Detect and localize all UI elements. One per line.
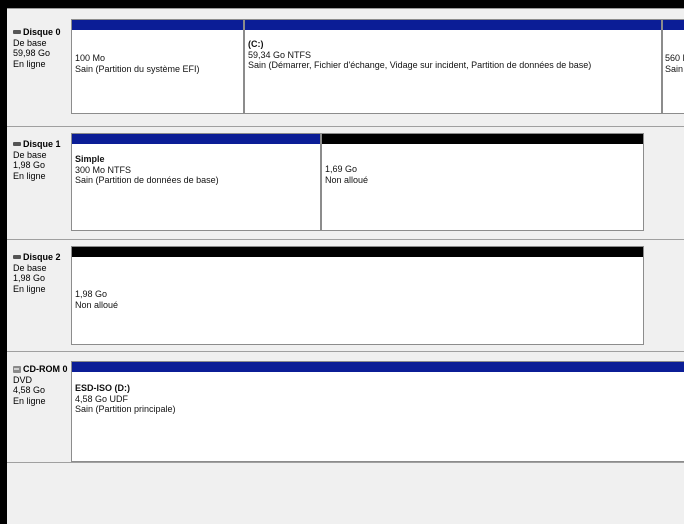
window-top-divider bbox=[7, 8, 684, 9]
partition-status: Non alloué bbox=[325, 174, 369, 185]
partition-simple[interactable]: Simple 300 Mo NTFS Sain (Partition de do… bbox=[71, 133, 321, 231]
partition-size: 59,34 Go NTFS bbox=[248, 49, 312, 60]
disk-name: Disque 1 bbox=[23, 139, 61, 149]
partition-esd-iso[interactable]: ESD-ISO (D:) 4,58 Go UDF Sain (Partition… bbox=[71, 361, 684, 462]
empty-area-divider bbox=[7, 462, 684, 463]
partition-status: Sain (Partition principale) bbox=[75, 404, 176, 414]
partition-status: Sain (Partition de données de base) bbox=[75, 175, 219, 185]
partition-size: 100 Mo bbox=[75, 53, 106, 63]
partition-c[interactable]: (C:) 59,34 Go NTFS Sain (Démarrer, Fichi… bbox=[244, 19, 662, 114]
disk-type: DVD bbox=[13, 374, 33, 385]
disk-type: De base bbox=[13, 262, 47, 273]
partition-unallocated[interactable]: 1,69 Go Non alloué bbox=[321, 133, 644, 231]
partition-size: 1,69 Go bbox=[325, 164, 358, 174]
partition-status: Sain (P bbox=[665, 63, 684, 74]
cdrom-0-info[interactable]: CD-ROM 0 DVD 4,58 Go En ligne bbox=[13, 364, 73, 406]
disk-row-1: Disque 1 De base 1,98 Go En ligne Simple… bbox=[7, 126, 684, 232]
row-divider bbox=[7, 239, 684, 240]
disk-status: En ligne bbox=[13, 58, 46, 69]
disk-name: Disque 2 bbox=[23, 252, 61, 262]
disk-icon bbox=[13, 30, 21, 35]
partition-status: Sain (Partition du système EFI) bbox=[75, 63, 200, 74]
disk-row-cdrom: CD-ROM 0 DVD 4,58 Go En ligne ESD-ISO (D… bbox=[7, 351, 684, 462]
disk-1-info[interactable]: Disque 1 De base 1,98 Go En ligne bbox=[13, 139, 73, 181]
disk-name: Disque 0 bbox=[23, 27, 61, 37]
disk-row-0: Disque 0 De base 59,98 Go En ligne 100 M… bbox=[7, 18, 684, 115]
partition-size: 300 Mo NTFS bbox=[75, 164, 132, 175]
partition-bar bbox=[245, 20, 661, 30]
disk-0-info[interactable]: Disque 0 De base 59,98 Go En ligne bbox=[13, 27, 73, 69]
disk-row-2: Disque 2 De base 1,98 Go En ligne 1,98 G… bbox=[7, 239, 684, 348]
partition-status: Sain (Démarrer, Fichier d'échange, Vidag… bbox=[248, 60, 592, 70]
partition-efi[interactable]: 100 Mo Sain (Partition du système EFI) bbox=[71, 19, 244, 114]
partition-unallocated[interactable]: 1,98 Go Non alloué bbox=[71, 246, 644, 345]
partition-bar bbox=[663, 20, 684, 30]
disk-name: CD-ROM 0 bbox=[23, 364, 68, 374]
partition-status: Non alloué bbox=[75, 299, 119, 310]
disk-status: En ligne bbox=[13, 395, 46, 406]
partition-size: 560 M bbox=[665, 53, 684, 63]
disk-size: 1,98 Go bbox=[13, 160, 46, 170]
disk-icon bbox=[13, 142, 21, 147]
window-left-edge bbox=[0, 0, 7, 524]
row-divider bbox=[7, 126, 684, 127]
disk-status: En ligne bbox=[13, 170, 46, 181]
partition-label: ESD-ISO (D:) bbox=[75, 383, 130, 393]
partition-label: Simple bbox=[75, 154, 105, 164]
partition-bar bbox=[72, 134, 320, 144]
window-top-edge bbox=[0, 0, 684, 8]
disk-size: 59,98 Go bbox=[13, 48, 51, 58]
disk-size: 1,98 Go bbox=[13, 273, 46, 283]
partition-size: 4,58 Go UDF bbox=[75, 393, 129, 404]
disk-type: De base bbox=[13, 37, 47, 48]
partition-recovery[interactable]: 560 M Sain (P bbox=[662, 19, 684, 114]
partition-bar bbox=[72, 20, 243, 30]
disk-2-info[interactable]: Disque 2 De base 1,98 Go En ligne bbox=[13, 252, 73, 294]
partition-bar bbox=[72, 247, 643, 257]
disk-status: En ligne bbox=[13, 283, 46, 294]
partition-bar bbox=[72, 362, 684, 372]
disk-type: De base bbox=[13, 149, 47, 160]
disk-size: 4,58 Go bbox=[13, 385, 46, 395]
partition-bar bbox=[322, 134, 643, 144]
cdrom-icon bbox=[13, 365, 21, 373]
disk-icon bbox=[13, 255, 21, 260]
partition-label: (C:) bbox=[248, 39, 264, 49]
row-divider bbox=[7, 351, 684, 352]
partition-size: 1,98 Go bbox=[75, 289, 108, 299]
